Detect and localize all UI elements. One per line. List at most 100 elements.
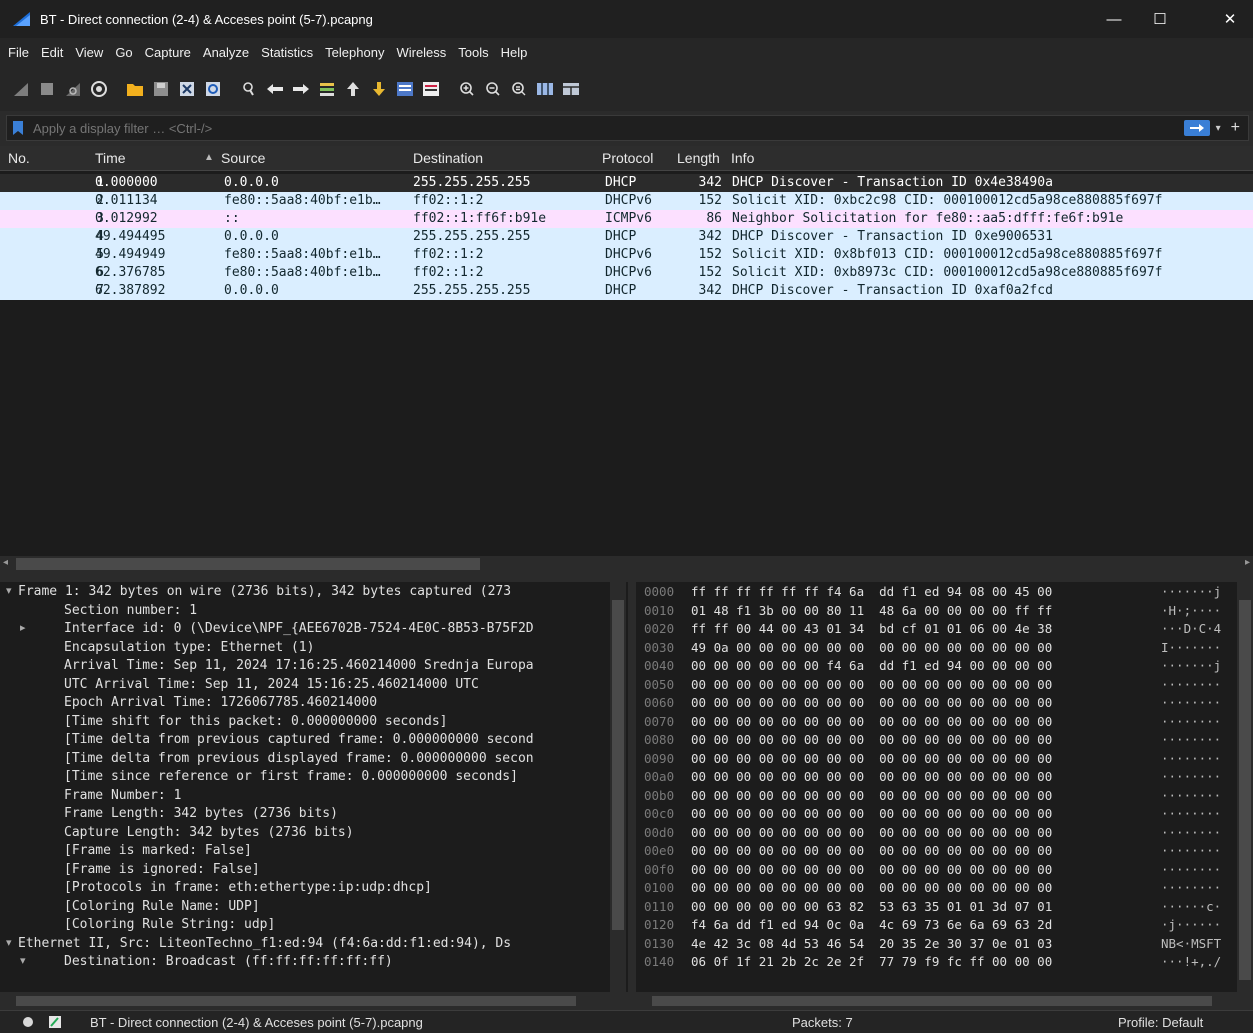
detail-line[interactable]: Interface id: 0 (\Device\NPF_{AEE6702B-7… [64, 621, 534, 636]
packet-row[interactable]: 5 49.494949 fe80::5aa8:40bf:e1b… ff02::1:2 D… [0, 246, 1253, 264]
detail-line[interactable]: Frame Length: 342 bytes (2736 bits) [64, 806, 338, 821]
collapse-arrow-icon[interactable]: ▾ [20, 954, 26, 967]
menu-capture[interactable]: Capture [139, 45, 197, 60]
restart-capture-icon[interactable] [60, 76, 86, 102]
layout-icon[interactable] [558, 76, 584, 102]
packet-row[interactable]: 1 0.000000 0.0.0.0 255.255.255.255 DHCP 342 DH… [0, 174, 1253, 192]
add-filter-button[interactable]: + [1231, 119, 1240, 137]
detail-line[interactable]: [Protocols in frame: eth:ethertype:ip:ud… [64, 880, 432, 895]
menu-statistics[interactable]: Statistics [255, 45, 319, 60]
detail-line[interactable]: [Coloring Rule String: udp] [64, 917, 275, 932]
detail-line[interactable]: Destination: Broadcast (ff:ff:ff:ff:ff:f… [64, 954, 393, 969]
details-vscrollbar[interactable] [610, 582, 626, 994]
zoom-out-icon[interactable] [480, 76, 506, 102]
last-packet-icon[interactable] [366, 76, 392, 102]
packet-row[interactable]: 3 0.012992:: ff02::1:ff6f:b91e ICMPv6 86 Neig… [0, 210, 1253, 228]
go-forward-icon[interactable] [288, 76, 314, 102]
hex-row[interactable]: 0100 00 00 00 00 00 00 00 00 00 00 00 00 … [636, 880, 1236, 898]
save-file-icon[interactable] [148, 76, 174, 102]
menu-tools[interactable]: Tools [452, 45, 494, 60]
menu-telephony[interactable]: Telephony [319, 45, 390, 60]
bytes-vscrollbar[interactable] [1237, 582, 1253, 994]
filter-dropdown-icon[interactable]: ▾ [1216, 123, 1221, 134]
hex-row[interactable]: 0110 00 00 00 00 00 00 63 82 53 63 35 01 … [636, 899, 1236, 917]
auto-scroll-icon[interactable] [392, 76, 418, 102]
bytes-hscrollbar[interactable] [636, 994, 1253, 1008]
menu-file[interactable]: File [0, 45, 35, 60]
go-back-icon[interactable] [262, 76, 288, 102]
maximize-button[interactable]: ☐ [1137, 0, 1183, 38]
hex-row[interactable]: 0000 ff ff ff ff ff ff f4 6a dd f1 ed 94 … [636, 584, 1236, 602]
go-to-packet-icon[interactable] [314, 76, 340, 102]
packet-row[interactable]: 2 0.011134 fe80::5aa8:40bf:e1b… ff02::1:2 DH… [0, 192, 1253, 210]
reload-file-icon[interactable] [200, 76, 226, 102]
menu-view[interactable]: View [69, 45, 109, 60]
hex-row[interactable]: 0020 ff ff 00 44 00 43 01 34 bd cf 01 01 … [636, 621, 1236, 639]
detail-line[interactable]: Frame Number: 1 [64, 788, 181, 803]
minimize-button[interactable]: — [1091, 0, 1137, 38]
stop-capture-icon[interactable] [34, 76, 60, 102]
normal-size-icon[interactable] [506, 76, 532, 102]
hex-row[interactable]: 0040 00 00 00 00 00 00 f4 6a dd f1 ed 94 … [636, 658, 1236, 676]
column-length[interactable]: Length [677, 150, 720, 166]
close-file-icon[interactable] [174, 76, 200, 102]
menu-edit[interactable]: Edit [35, 45, 69, 60]
menu-wireless[interactable]: Wireless [390, 45, 452, 60]
resize-columns-icon[interactable] [532, 76, 558, 102]
detail-line[interactable]: Arrival Time: Sep 11, 2024 17:16:25.4602… [64, 658, 534, 673]
column-time[interactable]: Time [95, 150, 126, 166]
column-info[interactable]: Info [731, 150, 754, 166]
scroll-right-icon[interactable]: ▸ [1245, 557, 1250, 568]
hex-row[interactable]: 00c0 00 00 00 00 00 00 00 00 00 00 00 00 … [636, 806, 1236, 824]
open-file-icon[interactable] [122, 76, 148, 102]
expert-info-icon[interactable] [22, 1016, 34, 1028]
detail-line[interactable]: [Time delta from previous captured frame… [64, 732, 534, 747]
hex-row[interactable]: 0050 00 00 00 00 00 00 00 00 00 00 00 00 … [636, 677, 1236, 695]
hex-row[interactable]: 00b0 00 00 00 00 00 00 00 00 00 00 00 00 … [636, 788, 1236, 806]
detail-line[interactable]: [Time shift for this packet: 0.000000000… [64, 714, 448, 729]
detail-line[interactable]: [Frame is ignored: False] [64, 862, 260, 877]
detail-line[interactable]: [Coloring Rule Name: UDP] [64, 899, 260, 914]
detail-line[interactable]: Encapsulation type: Ethernet (1) [64, 640, 314, 655]
bookmark-icon[interactable] [11, 121, 25, 135]
hex-row[interactable]: 0060 00 00 00 00 00 00 00 00 00 00 00 00 … [636, 695, 1236, 713]
detail-line[interactable]: Ethernet II, Src: LiteonTechno_f1:ed:94 … [18, 936, 511, 951]
start-capture-icon[interactable] [8, 76, 34, 102]
collapse-arrow-icon[interactable]: ▾ [6, 584, 12, 597]
display-filter-input[interactable] [31, 119, 1184, 137]
detail-line[interactable]: [Time since reference or first frame: 0.… [64, 769, 518, 784]
details-hscrollbar[interactable] [0, 994, 628, 1008]
hex-row[interactable]: 0120 f4 6a dd f1 ed 94 0c 0a 4c 69 73 6e … [636, 917, 1236, 935]
hex-row[interactable]: 0090 00 00 00 00 00 00 00 00 00 00 00 00 … [636, 751, 1236, 769]
hex-row[interactable]: 0030 49 0a 00 00 00 00 00 00 00 00 00 00 … [636, 640, 1236, 658]
colorize-icon[interactable] [418, 76, 444, 102]
menu-help[interactable]: Help [495, 45, 534, 60]
detail-line[interactable]: UTC Arrival Time: Sep 11, 2024 15:16:25.… [64, 677, 479, 692]
packet-row[interactable]: 7 62.387892 0.0.0.0 255.255.255.255 DHCP 342 D… [0, 282, 1253, 300]
collapse-arrow-icon[interactable]: ▾ [6, 936, 12, 949]
detail-line[interactable]: Frame 1: 342 bytes on wire (2736 bits), … [18, 584, 511, 599]
hex-row[interactable]: 00a0 00 00 00 00 00 00 00 00 00 00 00 00 … [636, 769, 1236, 787]
status-profile[interactable]: Profile: Default [1118, 1015, 1203, 1030]
capture-comment-icon[interactable] [48, 1015, 62, 1029]
packet-row[interactable]: 4 49.494495 0.0.0.0 255.255.255.255 DHCP 342 D… [0, 228, 1253, 246]
hex-row[interactable]: 0140 06 0f 1f 21 2b 2c 2e 2f 77 79 f9 fc … [636, 954, 1236, 972]
hex-row[interactable]: 0130 4e 42 3c 08 4d 53 46 54 20 35 2e 30 … [636, 936, 1236, 954]
detail-line[interactable]: Epoch Arrival Time: 1726067785.460214000 [64, 695, 377, 710]
detail-line[interactable]: Capture Length: 342 bytes (2736 bits) [64, 825, 354, 840]
hex-row[interactable]: 00e0 00 00 00 00 00 00 00 00 00 00 00 00 … [636, 843, 1236, 861]
packet-list-hscrollbar[interactable]: ◂ ▸ [0, 556, 1253, 572]
close-button[interactable]: ✕ [1207, 0, 1253, 38]
detail-line[interactable]: Section number: 1 [64, 603, 197, 618]
first-packet-icon[interactable] [340, 76, 366, 102]
expand-arrow-icon[interactable]: ▸ [20, 621, 26, 634]
column-protocol[interactable]: Protocol [602, 150, 653, 166]
detail-line[interactable]: [Time delta from previous displayed fram… [64, 751, 534, 766]
column-destination[interactable]: Destination [413, 150, 483, 166]
packet-row[interactable]: 6 62.376785 fe80::5aa8:40bf:e1b… ff02::1:2 D… [0, 264, 1253, 282]
hex-row[interactable]: 0080 00 00 00 00 00 00 00 00 00 00 00 00 … [636, 732, 1236, 750]
column-no[interactable]: No. [8, 150, 30, 166]
hex-row[interactable]: 00d0 00 00 00 00 00 00 00 00 00 00 00 00 … [636, 825, 1236, 843]
menu-analyze[interactable]: Analyze [197, 45, 255, 60]
scroll-left-icon[interactable]: ◂ [3, 557, 8, 568]
